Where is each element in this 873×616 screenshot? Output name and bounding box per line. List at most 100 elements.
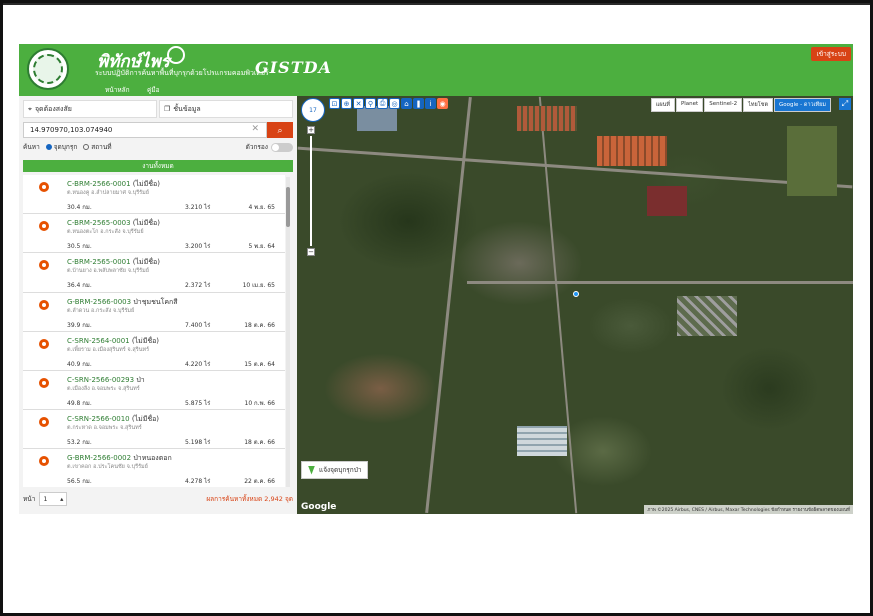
info-icon[interactable]: i [425,98,436,109]
header: พิทักษ์ไพร ระบบปฏิบัติการค้นหาพื้นที่บุก… [19,44,853,98]
print-icon[interactable]: ⎙ [377,98,388,109]
intrusion-pin-icon [39,456,49,467]
item-date: 22 ต.ค. 66 [244,478,275,486]
mode-suspect-points[interactable]: ⌖ จุดต้องสงสัย [23,100,157,118]
filter-label: ค้นหา [23,143,40,151]
item-area: 4.220 ไร่ [185,360,211,368]
pin-icon[interactable]: ⚲ [365,98,376,109]
clear-icon[interactable]: ✕ [251,124,259,134]
item-distance: 40.9 กม. [67,360,92,368]
list-item[interactable]: C-SRN-2566-00293 ป่า ต.เมืองลีง อ.จอมพระ … [23,370,285,411]
item-address: ต.หนองคู อ.ลำปลายมาศ จ.บุรีรัมย์ [67,190,149,196]
item-date: 10 ก.พ. 66 [244,399,276,407]
item-address: ต.บ้านยาง อ.พลับพลาชัย จ.บุรีรัมย์ [67,268,149,275]
filter-radio-intrusion[interactable]: จุดบุกรุก [45,142,77,152]
result-count: ผลการค้นหาทั้งหมด 2,942 จุด [206,495,293,503]
item-date: 10 เม.ย. 65 [242,282,275,290]
scrollbar[interactable] [286,177,290,487]
filter-toggle[interactable] [271,142,293,152]
list-item[interactable]: C-BRM-2565-0001 (ไม่มีชื่อ) ต.บ้านยาง อ.พ… [23,253,285,293]
current-location-dot [573,291,579,297]
main-nav: หน้าหลัก คู่มือ [19,84,853,98]
satellite-map[interactable]: 17 ⊡ ⊕ ✕ ⚲ ⎙ ◎ ⌂ ❚ i ◉ + − แผนที่ Planet… [297,96,853,514]
pager: หน้า 1 ▴ ผลการค้นหาทั้งหมด 2,942 จุด [23,491,293,507]
list-item[interactable]: G-BRM-2566-0003 ป่าชุมชนโคกสี ต.ลำดวน อ.ก… [23,292,285,332]
home-icon[interactable]: ⌂ [401,98,412,109]
item-date: 5 พ.ย. 64 [248,243,275,251]
zoom-area-icon[interactable]: ⊕ [341,98,352,109]
pause-icon[interactable]: ❚ [413,98,424,109]
list-item[interactable]: C-SRN-2564-0001 (ไม่มีชื่อ) ต.เพี้ยราม อ.… [23,331,285,371]
layer-sentinel[interactable]: Sentinel-2 [704,98,743,112]
filter-radio-place[interactable]: สถานที่ [83,142,112,152]
filter-row: ค้นหา จุดบุกรุก สถานที่ ตัวกรอง [23,142,293,152]
toggle-label: ตัวกรอง [245,143,268,151]
item-distance: 30.5 กม. [67,243,92,251]
item-distance: 30.4 กม. [67,204,92,211]
layer-planet[interactable]: Planet [675,98,704,112]
search-button[interactable]: ⌕ [267,122,293,138]
item-date: 4 พ.ย. 65 [248,204,275,211]
pager-label: หน้า [23,495,36,503]
list-item[interactable]: C-BRM-2566-0001 (ไม่มีชื่อ) ต.หนองคู อ.ลำ… [23,175,285,215]
rooftops [517,106,577,131]
base-layer-switcher: แผนที่ Planet Sentinel-2 ไทยโชต Google -… [650,98,831,112]
location-marker-icon [308,465,315,475]
item-distance: 53.2 กม. [67,439,92,447]
result-list: C-BRM-2566-0001 (ไม่มีชื่อ) ต.หนองคู อ.ลำ… [23,175,285,487]
google-logo: Google [301,502,337,512]
close-icon[interactable]: ✕ [353,98,364,109]
list-item[interactable]: C-BRM-2565-0003 (ไม่มีชื่อ) ต.หนองตะโก อ.… [23,214,285,254]
item-distance: 49.8 กม. [67,399,92,407]
layer-thaichote[interactable]: ไทยโชต [743,98,774,112]
list-item[interactable]: G-BRM-2566-0002 ป่าหนองตอก ต.เขาคอก อ.ประ… [23,449,285,487]
tab-manual[interactable]: คู่มือ [143,84,164,96]
item-area: 7.400 ไร่ [185,321,211,329]
leaf-logo-icon [167,46,185,64]
gistda-logo: GISTDA [255,58,332,77]
item-address: ต.เพี้ยราม อ.เมืองสุรินทร์ จ.สุรินทร์ [67,346,150,353]
item-distance: 39.9 กม. [67,321,92,329]
layer-map[interactable]: แผนที่ [650,98,675,112]
rooftops [357,106,397,131]
report-intrusion-button[interactable]: แจ้งจุดบุกรุกป่า [301,461,369,479]
map-road [467,281,853,284]
intrusion-pin-icon [39,299,49,310]
camera-icon[interactable]: ◉ [437,98,448,109]
measure-icon[interactable]: ⊡ [329,98,340,109]
page-select[interactable]: 1 ▴ [39,492,68,506]
all-jobs-bar[interactable]: งานทั้งหมด [23,160,293,172]
search-input[interactable] [23,122,267,138]
map-pan-control[interactable]: 17 [301,98,325,122]
fullscreen-icon[interactable]: ⤢ [839,98,851,110]
item-address: ต.เมืองลีง อ.จอมพระ จ.สุรินทร์ [67,385,140,392]
layer-google-satellite[interactable]: Google - ดาวเทียม [774,98,831,112]
scrollbar-thumb[interactable] [286,187,290,227]
locate-icon[interactable]: ◎ [389,98,400,109]
zoom-in-button[interactable]: + [307,126,315,134]
field [647,186,687,216]
rooftops [597,136,667,166]
map-attribution: ภาพ ©2025 Airbus, CNES / Airbus, Maxar T… [644,505,853,514]
zoom-out-button[interactable]: − [307,248,315,256]
item-date: 18 ต.ค. 66 [244,439,275,447]
item-distance: 36.4 กม. [67,282,92,290]
login-button[interactable]: เข้าสู่ระบบ [811,47,851,61]
radio-unchecked-icon [83,144,90,150]
field [787,126,837,196]
intrusion-pin-icon [39,417,49,428]
item-address: ต.ลำดวน อ.กระสัง จ.บุรีรัมย์ [67,307,135,314]
zoom-slider[interactable]: + − [307,126,315,256]
list-item[interactable]: C-SRN-2566-0010 (ไม่มีชื่อ) ต.กระหาด อ.จอ… [23,410,285,450]
item-address: ต.เขาคอก อ.ประโคนชัย จ.บุรีรัมย์ [67,464,148,471]
app: พิทักษ์ไพร ระบบปฏิบัติการค้นหาพื้นที่บุก… [19,44,853,514]
search-icon: ⌕ [277,124,283,135]
mode-data-layers[interactable]: ❐ ชั้นข้อมูล [159,100,293,118]
map-road [297,146,853,189]
item-date: 18 ต.ค. 66 [244,321,275,329]
item-area: 4.278 ไร่ [185,478,211,486]
intrusion-pin-icon [39,260,49,271]
intrusion-pin-icon [39,377,49,388]
item-address: ต.หนองตะโก อ.กระสัง จ.บุรีรัมย์ [67,229,144,236]
intrusion-pin-icon [39,182,49,192]
